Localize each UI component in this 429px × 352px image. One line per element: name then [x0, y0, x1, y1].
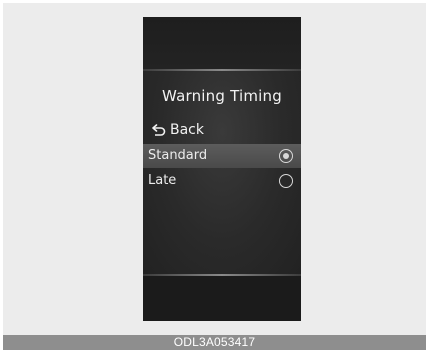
display-bottom-band: [143, 276, 301, 321]
figure-frame: Warning Timing Back Standard Late: [3, 3, 426, 335]
back-button[interactable]: Back: [151, 121, 204, 139]
figure-caption: ODL3A053417: [3, 335, 426, 350]
display-top-band: [143, 17, 301, 69]
option-standard[interactable]: Standard: [143, 144, 301, 168]
back-label: Back: [170, 122, 204, 138]
option-label: Standard: [148, 148, 208, 163]
menu-title: Warning Timing: [162, 87, 282, 105]
cluster-display: Warning Timing Back Standard Late: [143, 17, 301, 321]
option-late[interactable]: Late: [143, 169, 301, 193]
radio-unselected[interactable]: [279, 174, 293, 188]
option-label: Late: [148, 173, 177, 188]
radio-selected[interactable]: [279, 149, 293, 163]
radio-dot: [283, 153, 289, 159]
back-arrow-icon: [151, 123, 167, 137]
